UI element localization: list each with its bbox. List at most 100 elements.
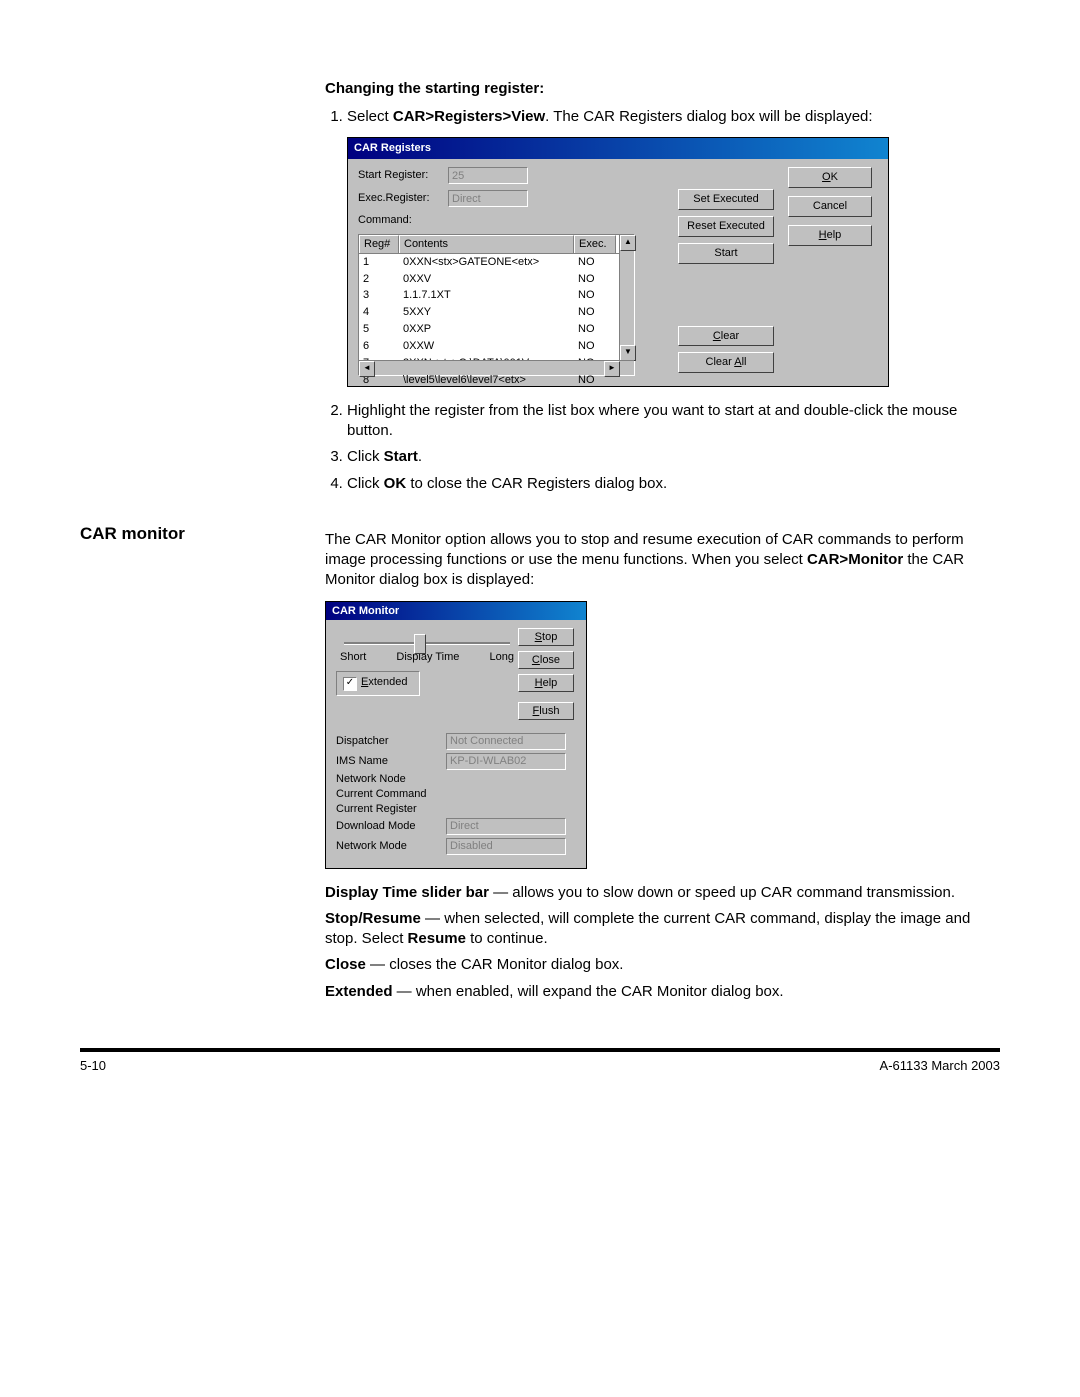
start-register-label: Start Register: <box>358 168 448 183</box>
clear-button[interactable]: Clear <box>678 326 774 347</box>
exec-register-label: Exec.Register: <box>358 191 448 206</box>
text: — allows you to slow down or speed up CA… <box>489 884 955 901</box>
text-bold: Stop/Resume <box>325 910 421 927</box>
extended-label: Extended <box>361 676 408 688</box>
dialog-title: CAR Monitor <box>326 602 586 620</box>
dialog-title: CAR Registers <box>348 138 888 159</box>
text: to close the CAR Registers dialog box. <box>406 475 667 492</box>
ims-label: IMS Name <box>336 755 446 767</box>
cell[interactable]: NO <box>574 287 616 304</box>
command-label: Command: <box>358 213 448 228</box>
stop-button[interactable]: Stop <box>518 628 574 646</box>
cell[interactable]: 0XXV <box>399 271 574 288</box>
display-time-label: Display Time <box>396 651 459 663</box>
ims-field: KP-DI-WLAB02 <box>446 753 566 770</box>
text: . The CAR Registers dialog box will be d… <box>545 108 872 125</box>
cell[interactable]: 5XXY <box>399 304 574 321</box>
cell[interactable]: 1 <box>359 254 399 271</box>
step-3: Click Start. <box>347 447 985 467</box>
text: to continue. <box>466 930 548 947</box>
registers-listbox[interactable]: Reg# Contents Exec. 10XXN<stx>GATEONE<et… <box>358 234 635 376</box>
text-bold: Resume <box>408 930 466 947</box>
step-2: Highlight the register from the list box… <box>347 401 985 442</box>
cell[interactable]: 6 <box>359 338 399 355</box>
network-mode-label: Network Mode <box>336 840 446 852</box>
flush-button[interactable]: Flush <box>518 702 574 720</box>
help-button[interactable]: Help <box>788 225 872 246</box>
text: Select <box>347 108 393 125</box>
desc-display: Display Time slider bar — allows you to … <box>325 883 985 903</box>
scroll-up-icon[interactable]: ▲ <box>620 235 636 251</box>
cell[interactable]: 0XXP <box>399 321 574 338</box>
text-bold: CAR>Registers>View <box>393 108 545 125</box>
text-bold: Start <box>384 448 418 465</box>
col-contents[interactable]: Contents <box>399 235 574 253</box>
car-monitor-intro: The CAR Monitor option allows you to sto… <box>325 530 985 591</box>
close-button[interactable]: Close <box>518 651 574 669</box>
cell[interactable]: NO <box>574 338 616 355</box>
slider-thumb[interactable] <box>414 634 426 654</box>
car-monitor-heading: CAR monitor <box>80 524 325 1008</box>
short-label: Short <box>340 651 366 663</box>
start-button[interactable]: Start <box>678 243 774 264</box>
reset-executed-button[interactable]: Reset Executed <box>678 216 774 237</box>
cell[interactable]: 2 <box>359 271 399 288</box>
display-time-slider[interactable] <box>344 642 510 645</box>
col-exec[interactable]: Exec. <box>574 235 616 253</box>
text-bold: Extended <box>325 983 393 1000</box>
scrollbar-horizontal[interactable]: ◄ ► <box>359 360 634 375</box>
text: — when enabled, will expand the CAR Moni… <box>393 983 784 1000</box>
cell[interactable]: 1.1.7.1XT <box>399 287 574 304</box>
step-1: Select CAR>Registers>View. The CAR Regis… <box>347 107 985 387</box>
start-register-field[interactable]: 25 <box>448 167 528 184</box>
help-button[interactable]: Help <box>518 674 574 692</box>
desc-close: Close — closes the CAR Monitor dialog bo… <box>325 955 985 975</box>
cell[interactable]: NO <box>574 254 616 271</box>
dispatcher-label: Dispatcher <box>336 735 446 747</box>
download-mode-label: Download Mode <box>336 820 446 832</box>
scroll-down-icon[interactable]: ▼ <box>620 345 636 361</box>
download-mode-field: Direct <box>446 818 566 835</box>
dispatcher-field: Not Connected <box>446 733 566 750</box>
text-bold: Close <box>325 956 366 973</box>
ok-button[interactable]: OK <box>788 167 872 188</box>
scroll-right-icon[interactable]: ► <box>604 361 620 377</box>
exec-register-field[interactable]: Direct <box>448 190 528 207</box>
text-bold: CAR>Monitor <box>807 551 903 568</box>
cell[interactable]: 0XXN<stx>GATEONE<etx> <box>399 254 574 271</box>
page-footer: 5-10 A-61133 March 2003 <box>80 1058 1000 1073</box>
long-label: Long <box>490 651 514 663</box>
text: — closes the CAR Monitor dialog box. <box>366 956 624 973</box>
current-command-label: Current Command <box>336 788 446 800</box>
set-executed-button[interactable]: Set Executed <box>678 189 774 210</box>
text-bold: OK <box>384 475 407 492</box>
cell[interactable]: 0XXW <box>399 338 574 355</box>
cell[interactable]: 3 <box>359 287 399 304</box>
cell[interactable]: 4 <box>359 304 399 321</box>
text: . <box>418 448 422 465</box>
car-monitor-dialog: CAR Monitor Short Display Time Long ✓ Ext… <box>325 601 587 869</box>
car-registers-dialog: CAR Registers Start Register: 25 Exec.Re… <box>347 137 889 387</box>
desc-extended: Extended — when enabled, will expand the… <box>325 982 985 1002</box>
cancel-button[interactable]: Cancel <box>788 196 872 217</box>
text: Click <box>347 475 384 492</box>
page-content: Changing the starting register: Select C… <box>80 80 1000 1073</box>
cell[interactable]: NO <box>574 304 616 321</box>
cell[interactable]: 5 <box>359 321 399 338</box>
current-register-label: Current Register <box>336 803 446 815</box>
section-heading: Changing the starting register: <box>325 80 985 97</box>
step-4: Click OK to close the CAR Registers dial… <box>347 474 985 494</box>
col-reg[interactable]: Reg# <box>359 235 399 253</box>
footer-right: A-61133 March 2003 <box>880 1058 1000 1073</box>
text-bold: Display Time slider bar <box>325 884 489 901</box>
desc-stop: Stop/Resume — when selected, will comple… <box>325 909 985 950</box>
text: Click <box>347 448 384 465</box>
clear-all-button[interactable]: Clear All <box>678 352 774 373</box>
network-node-label: Network Node <box>336 773 446 785</box>
extended-checkbox[interactable]: ✓ <box>343 677 357 691</box>
scroll-left-icon[interactable]: ◄ <box>359 361 375 377</box>
cell[interactable]: NO <box>574 321 616 338</box>
scrollbar-vertical[interactable]: ▲ ▼ <box>619 235 634 361</box>
cell[interactable]: NO <box>574 271 616 288</box>
network-mode-field: Disabled <box>446 838 566 855</box>
